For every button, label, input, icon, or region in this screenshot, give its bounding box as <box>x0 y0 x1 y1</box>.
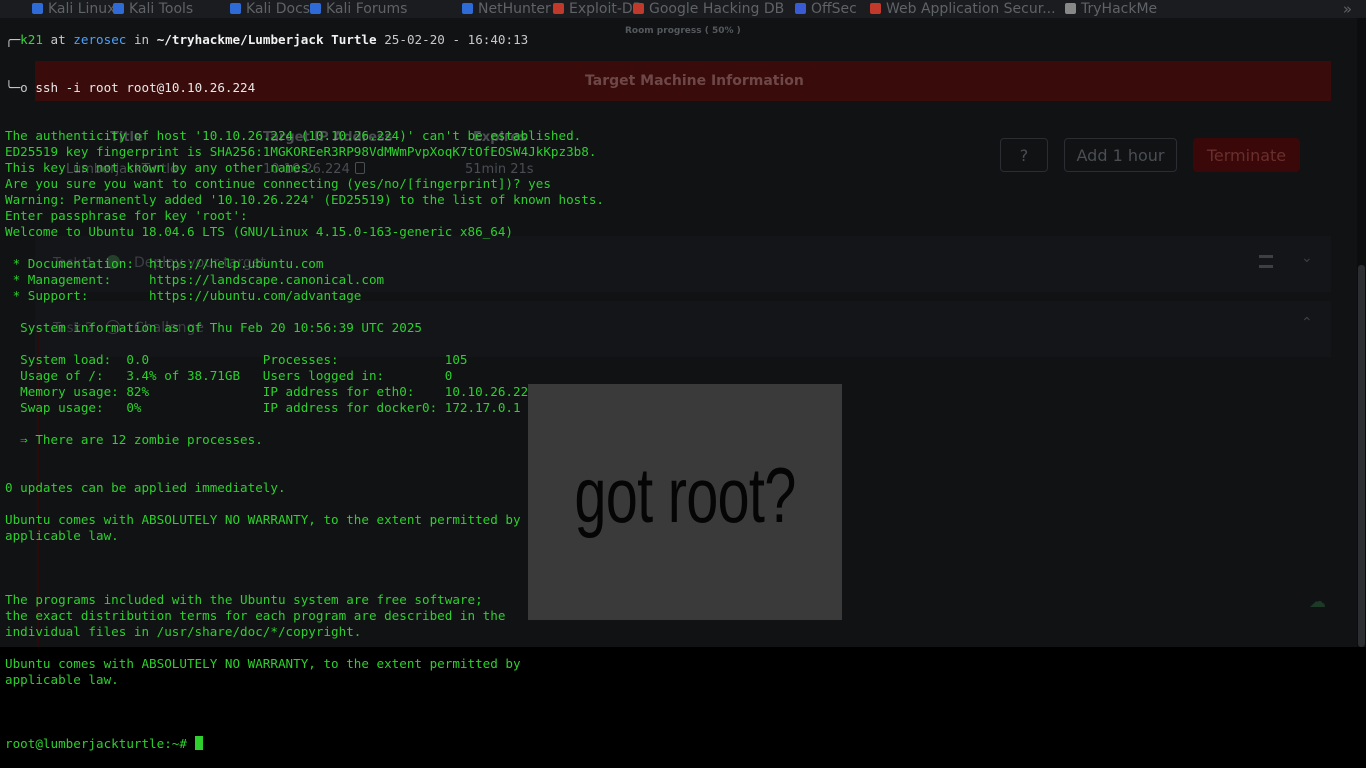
terminal-line: Usage of /: 3.4% of 38.71GB Users logged… <box>5 368 453 383</box>
prompt-line: ╭─k21 at zerosec in ~/tryhackme/Lumberja… <box>5 32 1345 48</box>
root-prompt: root@lumberjackturtle:~# <box>5 736 195 751</box>
prompt-user: k21 <box>20 32 43 47</box>
terminal-line: ED25519 key fingerprint is SHA256:1MGKOR… <box>5 144 597 159</box>
terminal-line: Warning: Permanently added '10.10.26.224… <box>5 192 604 207</box>
terminal-line: * Support: https://ubuntu.com/advantage <box>5 288 362 303</box>
command-line: ╰─o ssh -i root root@10.10.26.224 <box>5 80 1345 96</box>
terminal-line: This key is not known by any other names… <box>5 160 316 175</box>
terminal-line: Ubuntu comes with ABSOLUTELY NO WARRANTY… <box>5 656 521 671</box>
prompt-in: in <box>133 32 150 47</box>
terminal-line: Are you sure you want to continue connec… <box>5 176 551 191</box>
terminal-line: System information as of Thu Feb 20 10:5… <box>5 320 423 335</box>
terminal-cursor <box>194 736 203 750</box>
prompt-datetime: 25-02-20 - 16:40:13 <box>384 32 529 47</box>
got-root-image: got root? <box>528 384 842 620</box>
terminal-line: applicable law. <box>5 672 119 687</box>
prompt-at: at <box>50 32 66 47</box>
prompt-path: ~/tryhackme/Lumberjack Turtle <box>156 32 377 47</box>
terminal-line: Welcome to Ubuntu 18.04.6 LTS (GNU/Linux… <box>5 224 513 239</box>
got-root-text: got root? <box>574 451 796 539</box>
terminal-line: * Documentation: https://help.ubuntu.com <box>5 256 324 271</box>
prompt-corner-bottom: ╰─o <box>5 80 28 95</box>
root-prompt-line[interactable]: root@lumberjackturtle:~# <box>5 736 1345 752</box>
terminal-line: The authenticity of host '10.10.26.224 (… <box>5 128 582 143</box>
scrollbar-thumb[interactable] <box>1358 265 1365 647</box>
terminal-line: Enter passphrase for key 'root': <box>5 208 248 223</box>
prompt-host: zerosec <box>73 32 127 47</box>
prompt-corner-top: ╭─ <box>5 32 21 47</box>
terminal-line: System load: 0.0 Processes: 105 <box>5 352 468 367</box>
terminal-line: * Management: https://landscape.canonica… <box>5 272 385 287</box>
terminal-line: individual files in /usr/share/doc/*/cop… <box>5 624 362 639</box>
command-text: ssh -i root root@10.10.26.224 <box>35 80 256 95</box>
